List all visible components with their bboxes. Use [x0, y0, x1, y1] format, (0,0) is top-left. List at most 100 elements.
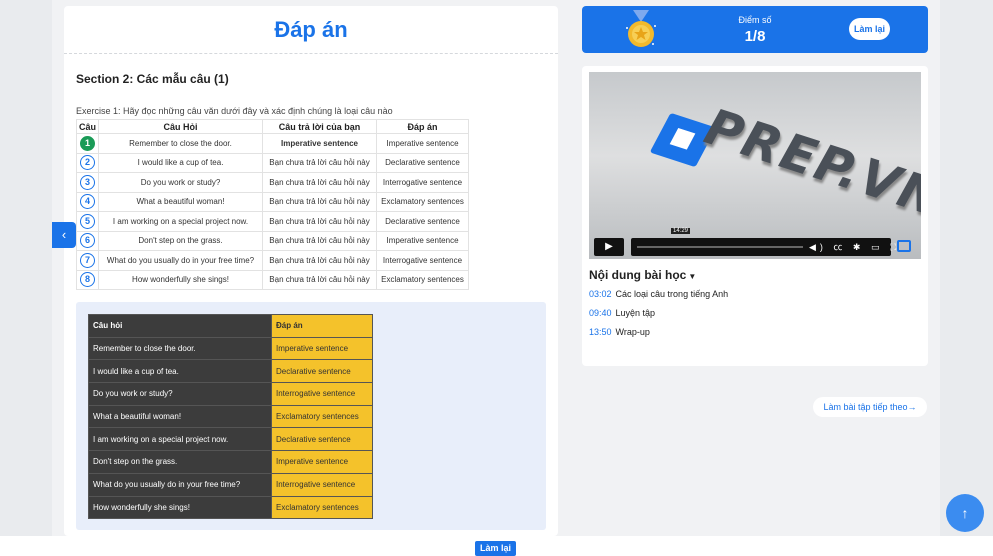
question-cell: I would like a cup of tea. [98, 152, 264, 173]
your-answer-cell: Bạn chưa trả lời câu hỏi này [262, 269, 378, 290]
question-cell: What do you usually do in your free time… [98, 250, 264, 271]
collapse-panel-button[interactable]: ‹ [52, 222, 76, 248]
video-controls: ▶ 14:29 ◀) ㏄ ✱ ▭ ⛶ [589, 228, 921, 259]
answer-key-answer: Declarative sentence [271, 359, 373, 384]
next-exercise-button[interactable]: Làm bài tập tiếp theo→ [813, 397, 927, 417]
answer-key-answer: Imperative sentence [271, 336, 373, 361]
play-icon: ▶ [605, 241, 613, 252]
question-number-badge[interactable]: 5 [80, 213, 95, 229]
answer-key-header-question: Câu hỏi [88, 314, 272, 338]
video-control-bar: 14:29 ◀) ㏄ ✱ ▭ ⛶ [631, 228, 896, 256]
answer-key-answer: Interrogative sentence [271, 382, 373, 406]
answer-key-question: What do you usually do in your free time… [88, 472, 272, 497]
answer-card: Đáp án Section 2: Các mẫu câu (1) Exerci… [64, 6, 558, 536]
score-value: 1/8 [744, 28, 766, 45]
your-answer-cell: Bạn chưa trả lời câu hỏi này [262, 172, 378, 193]
video-player[interactable]: PREP.VN ▶ 14:29 ◀) ㏄ ✱ ▭ ⛶ [589, 72, 921, 259]
progress-track[interactable] [637, 246, 803, 248]
header-cau: Câu [75, 119, 100, 134]
header-answer: Đáp án [376, 119, 470, 134]
your-answer-cell: Bạn chưa trả lời câu hỏi này [262, 250, 378, 271]
your-answer-cell: Bạn chưa trả lời câu hỏi này [262, 152, 378, 173]
question-number-badge[interactable]: 2 [80, 155, 95, 171]
answer-key-question: Remember to close the door. [88, 336, 272, 361]
table-row: 1 Remember to close the door. Imperative… [75, 133, 470, 154]
question-number-badge[interactable]: 3 [80, 174, 95, 190]
retry-button[interactable]: Làm lại [849, 18, 890, 40]
question-cell: What a beautiful woman! [98, 191, 264, 212]
answer-key-question: How wonderfully she sings! [88, 495, 272, 520]
answer-cell: Imperative sentence [376, 230, 470, 251]
table-row: 4 What a beautiful woman! Bạn chưa trả l… [75, 191, 470, 212]
time-tooltip: 14:29 [671, 228, 691, 234]
caret-down-icon: ▼ [688, 272, 697, 281]
chapter-item[interactable]: 13:50 Wrap-up [589, 327, 650, 337]
question-table-header: Câu Câu Hỏi Câu trả lời của bạn Đáp án [75, 119, 470, 134]
arrow-right-icon: → [907, 402, 917, 412]
answer-key-row: I am working on a special project now. D… [88, 427, 373, 452]
answer-key-row: I would like a cup of tea. Declarative s… [88, 359, 373, 384]
question-cell: I am working on a special project now. [98, 211, 264, 232]
chapter-time[interactable]: 13:50 [589, 327, 612, 337]
chapter-time[interactable]: 03:02 [589, 289, 612, 299]
share-icon[interactable] [897, 240, 911, 252]
answer-key-row: What a beautiful woman! Exclamatory sent… [88, 404, 373, 429]
answer-title: Đáp án [64, 6, 558, 54]
answer-key-answer: Declarative sentence [271, 427, 373, 452]
table-row: 5 I am working on a special project now.… [75, 211, 470, 232]
answer-cell: Imperative sentence [376, 133, 470, 154]
scroll-top-button[interactable]: ↑ [946, 494, 984, 532]
answer-key-row: Do you work or study? Interrogative sent… [88, 382, 373, 406]
lesson-card: PREP.VN ▶ 14:29 ◀) ㏄ ✱ ▭ ⛶ Nội dung bài … [582, 66, 928, 366]
question-number-badge[interactable]: 4 [80, 194, 95, 210]
question-cell: Remember to close the door. [98, 133, 264, 154]
question-table: Câu Câu Hỏi Câu trả lời của bạn Đáp án 1… [75, 119, 470, 290]
bottom-retry-button[interactable]: Làm lại [475, 541, 517, 556]
header-cau-hoi: Câu Hỏi [98, 119, 264, 134]
table-row: 3 Do you work or study? Bạn chưa trả lời… [75, 172, 470, 193]
question-number-badge[interactable]: 1 [80, 135, 95, 151]
answer-key-question: Don't step on the grass. [88, 450, 272, 474]
answer-cell: Exclamatory sentences [376, 191, 470, 212]
table-row: 8 How wonderfully she sings! Bạn chưa tr… [75, 269, 470, 290]
score-card: Điểm số 1/8 Làm lại [582, 6, 928, 53]
answer-key-table: Câu hỏi Đáp án Remember to close the doo… [88, 314, 373, 520]
question-number-badge[interactable]: 8 [80, 272, 95, 288]
answer-cell: Exclamatory sentences [376, 269, 470, 290]
answer-cell: Declarative sentence [376, 152, 470, 173]
answer-key-question: Do you work or study? [88, 382, 272, 406]
question-cell: Do you work or study? [98, 172, 264, 193]
answer-key-row: Don't step on the grass. Imperative sent… [88, 450, 373, 474]
answer-key-row: What do you usually do in your free time… [88, 472, 373, 497]
chapter-item[interactable]: 03:02 Các loại câu trong tiếng Anh [589, 289, 728, 299]
answer-image-box: Câu hỏi Đáp án Remember to close the doo… [76, 302, 546, 530]
answer-key-row: Remember to close the door. Imperative s… [88, 336, 373, 361]
answer-key-answer: Exclamatory sentences [271, 495, 373, 520]
score-label: Điểm số [738, 15, 772, 25]
chapter-time[interactable]: 09:40 [589, 308, 612, 318]
answer-cell: Declarative sentence [376, 211, 470, 232]
answer-key-row: How wonderfully she sings! Exclamatory s… [88, 495, 373, 520]
chapter-label: Các loại câu trong tiếng Anh [615, 289, 729, 299]
your-answer-cell: Bạn chưa trả lời câu hỏi này [262, 191, 378, 212]
answer-cell: Interrogative sentence [376, 172, 470, 193]
chapter-label: Luyện tập [615, 308, 656, 318]
lesson-content-label: Nội dung bài học [589, 268, 687, 282]
chevron-left-icon: ‹ [61, 227, 67, 242]
play-button[interactable]: ▶ [594, 238, 624, 256]
answer-key-question: I am working on a special project now. [88, 427, 272, 452]
question-cell: Don't step on the grass. [98, 230, 264, 251]
lesson-content-title[interactable]: Nội dung bài học ▼ [589, 268, 696, 282]
your-answer-cell: Bạn chưa trả lời câu hỏi này [262, 230, 378, 251]
chapter-label: Wrap-up [615, 327, 650, 337]
arrow-up-icon: ↑ [961, 505, 969, 521]
question-number-badge[interactable]: 7 [80, 252, 95, 268]
chapter-item[interactable]: 09:40 Luyện tập [589, 308, 655, 318]
your-answer-cell: Imperative sentence [262, 133, 378, 154]
video-control-icons[interactable]: ◀) ㏄ ✱ ▭ ⛶ [809, 240, 900, 253]
question-number-badge[interactable]: 6 [80, 233, 95, 249]
answer-key-question: I would like a cup of tea. [88, 359, 272, 384]
answer-key-header-answer: Đáp án [271, 314, 373, 338]
table-row: 6 Don't step on the grass. Bạn chưa trả … [75, 230, 470, 251]
question-cell: How wonderfully she sings! [98, 269, 264, 290]
